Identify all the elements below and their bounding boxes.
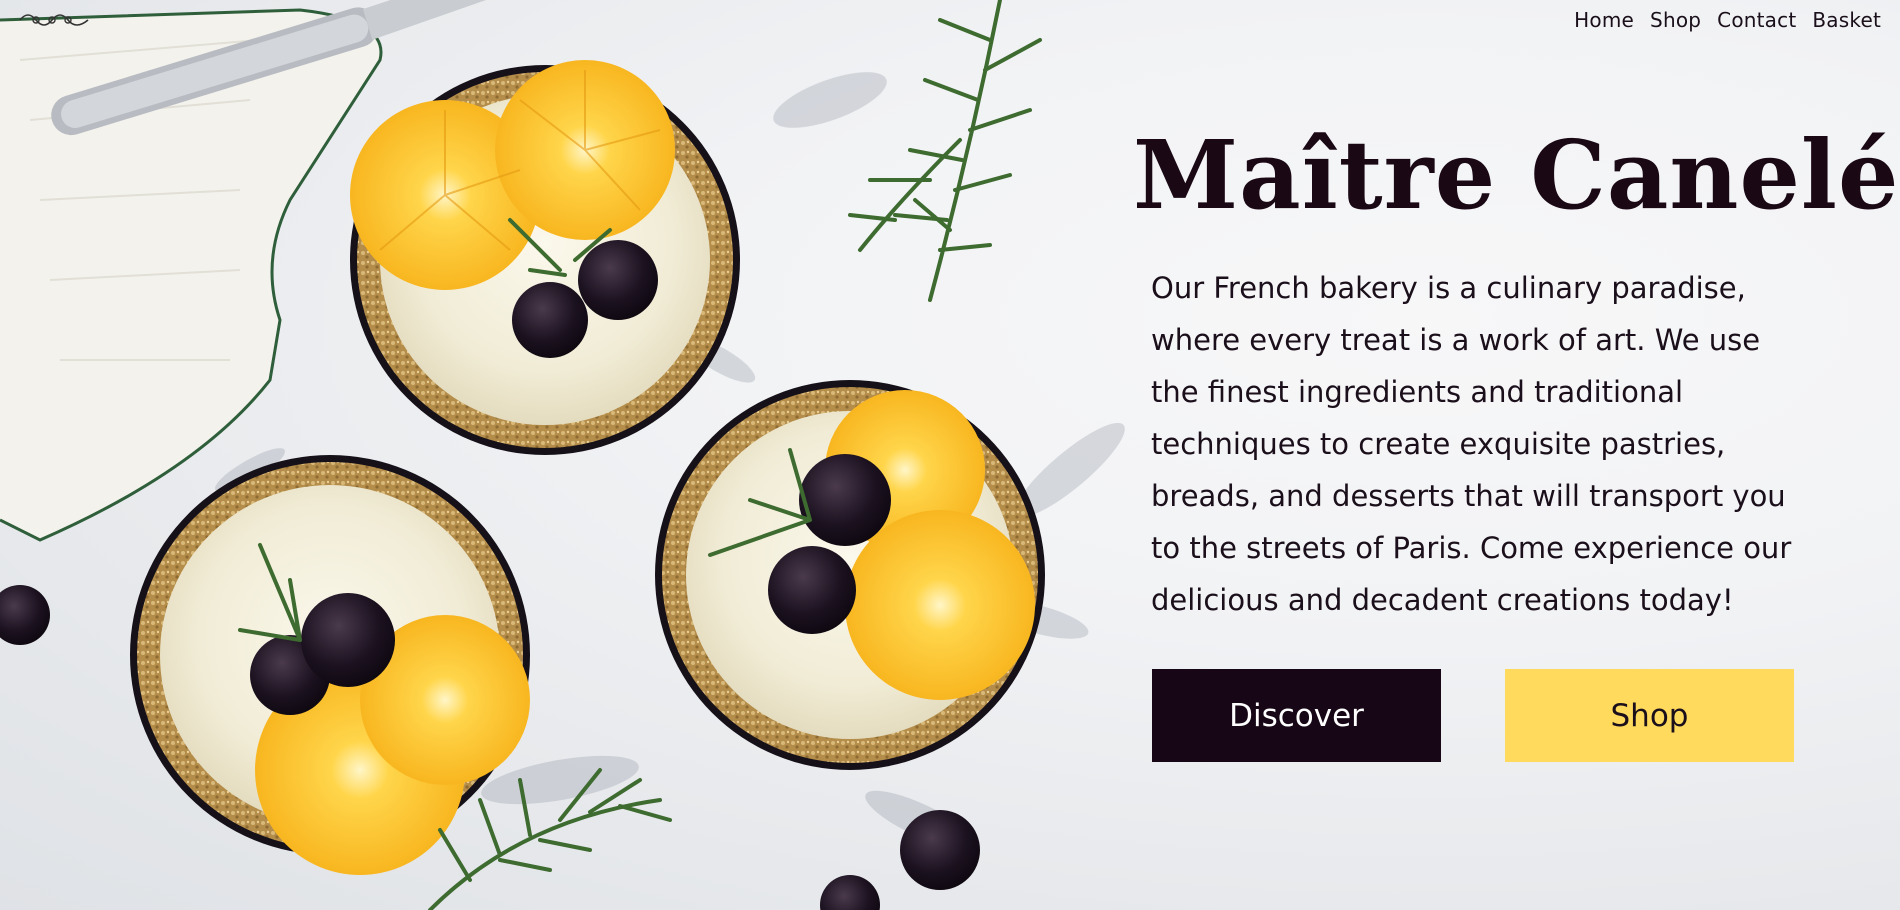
nav-home-link[interactable]: Home xyxy=(1574,8,1634,32)
page-title: Maître Canelé xyxy=(1133,120,1900,231)
nav-shop-link[interactable]: Shop xyxy=(1650,8,1701,32)
discover-button[interactable]: Discover xyxy=(1152,669,1441,762)
ornament-logo-icon[interactable] xyxy=(18,8,90,30)
hero-section: Home Shop Contact Basket Maître Canelé O… xyxy=(0,0,1900,910)
nav-basket-link[interactable]: Basket xyxy=(1812,8,1881,32)
nav-contact-link[interactable]: Contact xyxy=(1717,8,1796,32)
shop-button[interactable]: Shop xyxy=(1505,669,1794,762)
main-nav: Home Shop Contact Basket xyxy=(1574,8,1881,32)
hero-description: Our French bakery is a culinary paradise… xyxy=(1151,271,1792,617)
